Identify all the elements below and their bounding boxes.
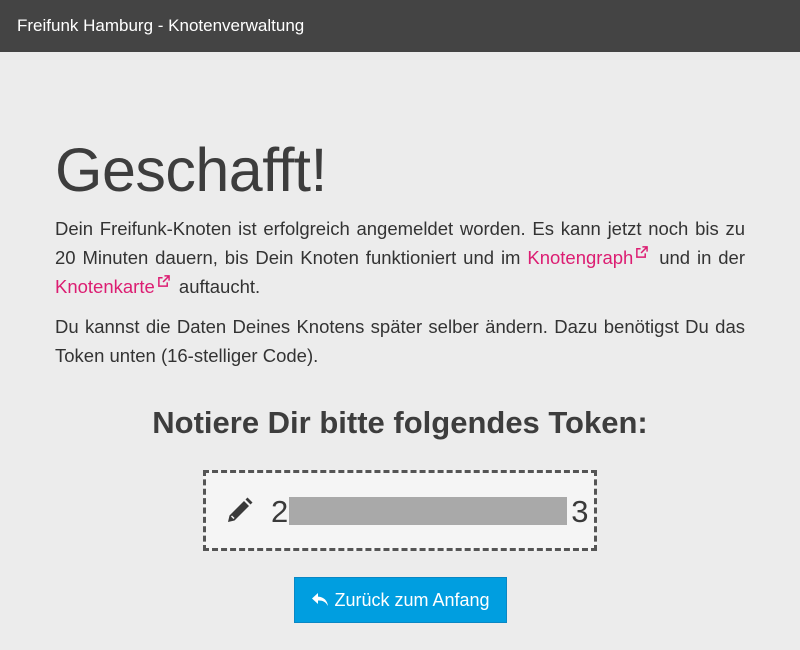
token-redaction [289, 497, 567, 525]
knotenkarte-link[interactable]: Knotenkarte [55, 275, 174, 297]
knotengraph-link-label: Knotengraph [527, 247, 634, 268]
token-info-paragraph: Du kannst die Daten Deines Knotens späte… [55, 316, 745, 366]
knotengraph-link[interactable]: Knotengraph [527, 246, 652, 268]
token-start: 2 [271, 494, 290, 529]
success-text-after: auftaucht. [173, 276, 261, 297]
external-link-icon [636, 246, 649, 258]
page-title: Geschafft! [55, 136, 327, 204]
token-end: 3 [571, 494, 590, 529]
navbar-brand[interactable]: Freifunk Hamburg - Knotenverwaltung [17, 0, 304, 52]
token-box: 23 [203, 470, 597, 551]
reply-icon [312, 593, 329, 606]
external-link-icon [157, 275, 170, 287]
pencil-icon [228, 497, 253, 522]
back-to-start-button[interactable]: Zurück zum Anfang [294, 577, 507, 623]
navbar: Freifunk Hamburg - Knotenverwaltung [0, 0, 800, 52]
success-text-middle: und in der [652, 247, 745, 268]
token-heading: Notiere Dir bitte folgendes Token: [152, 405, 648, 440]
knotenkarte-link-label: Knotenkarte [55, 276, 155, 297]
back-button-label: Zurück zum Anfang [334, 589, 490, 610]
success-paragraph: Dein Freifunk-Knoten ist erfolgreich ang… [55, 214, 745, 301]
